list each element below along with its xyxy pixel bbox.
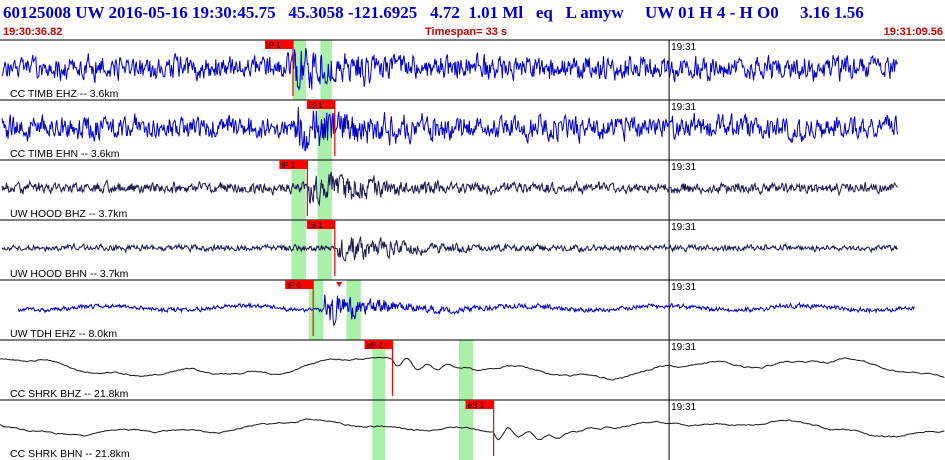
minute-marker-label: 19:31: [671, 222, 696, 233]
trace-label: CC TIMB EHN -- 3.6km: [10, 148, 120, 160]
minute-marker-label: 19:31: [671, 282, 696, 293]
trace-label: UW HOOD BHZ -- 3.7km: [10, 208, 128, 220]
seismogram-plot: 19:31 19:31 19:31 19:31 19:31 19:31 19:31 iP 1 C…: [0, 39, 945, 460]
seismic-trace: [1, 171, 898, 207]
minute-marker-label: 19:31: [671, 42, 696, 53]
trace-label: CC SHRK BHN -- 21.8km: [10, 448, 130, 460]
minute-marker-label: 19:31: [671, 402, 696, 413]
phase-pick-label: iS 1: [309, 221, 323, 230]
phase-pick-label: iP 1: [281, 161, 295, 170]
trace-label: CC TIMB EHZ -- 3.6km: [10, 88, 119, 100]
trace-label: UW HOOD BHN -- 3.7km: [10, 268, 129, 280]
analysis-window: [372, 400, 386, 460]
seismic-trace: [1, 47, 898, 91]
phase-pick-label: eS 1: [468, 401, 485, 410]
seismic-trace: [17, 294, 915, 326]
minute-marker-label: 19:31: [671, 102, 696, 113]
seismic-trace: [1, 107, 898, 152]
phase-pick-label: iP 1: [267, 41, 281, 50]
phase-pick-label: eP 2: [367, 341, 384, 350]
minute-marker-label: 19:31: [671, 342, 696, 353]
amplitude-marker: [336, 282, 343, 287]
trace-label: UW TDH EHZ -- 8.0km: [10, 328, 117, 340]
analysis-window: [458, 340, 474, 400]
phase-pick-label: iP 0: [287, 281, 301, 290]
phase-pick-label: iS 1: [309, 101, 323, 110]
seismic-trace: [1, 236, 898, 262]
minute-marker-label: 19:31: [671, 162, 696, 173]
trace-label: CC SHRK BHZ -- 21.8km: [10, 388, 129, 400]
